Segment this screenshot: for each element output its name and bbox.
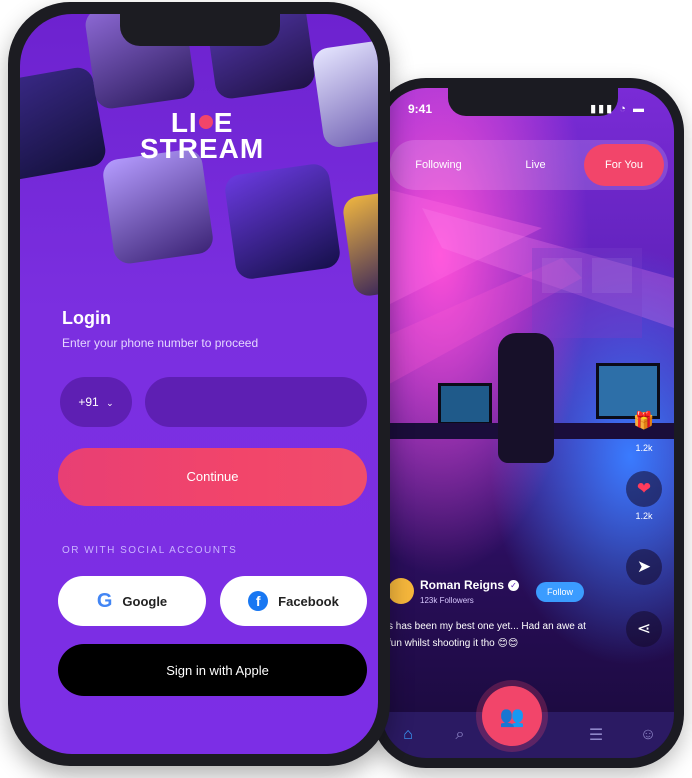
share-icon[interactable]: ⋖ — [626, 611, 662, 647]
heart-icon[interactable]: ❤ — [626, 471, 662, 507]
apple-signin-button[interactable]: Sign in with Apple — [58, 644, 367, 696]
like-count: 1.2k — [635, 511, 653, 521]
chevron-down-icon: ⌄ — [106, 398, 114, 408]
monitor-left — [438, 383, 492, 425]
phone-notch — [120, 14, 280, 46]
google-label: Google — [122, 593, 168, 609]
status-time: 9:41 — [408, 102, 433, 116]
tab-for-you[interactable]: For You — [584, 144, 664, 186]
concert-photo-tile — [311, 38, 378, 150]
profile-icon[interactable]: ☺ — [634, 726, 662, 744]
stack-icon[interactable]: ☰ — [582, 725, 610, 745]
side-actions: 🎁 1.2k ❤ 1.2k ➤ ⋖ — [624, 403, 664, 647]
phone-live-feed: 9:41 ▮▮▮ ◔ ▬ Following Live For You 🎁 1.… — [372, 78, 684, 768]
social-heading: OR WITH SOCIAL ACCOUNTS — [62, 545, 238, 556]
login-subtitle: Enter your phone number to proceed — [62, 336, 259, 350]
gift-count: 1.2k — [635, 443, 653, 453]
followers-count: 123k Followers — [420, 596, 474, 605]
country-code-select[interactable]: +91 ⌄ — [60, 377, 132, 427]
live-feed-screen: 9:41 ▮▮▮ ◔ ▬ Following Live For You 🎁 1.… — [382, 88, 674, 758]
login-screen: LI E STREAM Login Enter your phone number… — [20, 14, 378, 754]
verified-icon: ✓ — [508, 580, 520, 592]
concert-photo-tile — [341, 190, 378, 298]
logo-text-bottom: STREAM — [140, 133, 265, 164]
phone-login: LI E STREAM Login Enter your phone number… — [8, 2, 390, 766]
streamer-name[interactable]: Roman Reigns ✓ — [420, 578, 520, 592]
phone-number-input[interactable] — [145, 377, 367, 427]
go-live-button[interactable]: 👥 — [482, 686, 542, 746]
streamer-name-text: Roman Reigns — [420, 578, 505, 592]
send-icon[interactable]: ➤ — [626, 549, 662, 585]
stream-caption: s has been my best one yet... Had an awe… — [388, 621, 586, 649]
people-icon: 👥 — [499, 705, 525, 728]
continue-button[interactable]: Continue — [58, 448, 367, 506]
live-stream-logo: LI E STREAM — [140, 109, 265, 164]
country-code-value: +91 — [78, 395, 99, 409]
avatar[interactable] — [388, 578, 414, 604]
google-icon: G — [96, 589, 113, 612]
facebook-button[interactable]: f Facebook — [220, 576, 367, 626]
tab-live[interactable]: Live — [487, 159, 584, 171]
gaming-chair — [498, 333, 554, 463]
gift-icon[interactable]: 🎁 — [626, 403, 662, 439]
page-title: Login — [62, 308, 111, 328]
home-icon[interactable]: ⌂ — [394, 726, 422, 744]
play-icon — [198, 114, 213, 129]
google-button[interactable]: G Google — [58, 576, 206, 626]
status-icons: ▮▮▮ ◔ ▬ — [590, 103, 646, 115]
follow-button[interactable]: Follow — [536, 582, 584, 602]
concert-photo-tile — [101, 147, 215, 266]
apple-label: Sign in with Apple — [166, 662, 269, 678]
tab-following[interactable]: Following — [390, 159, 487, 171]
feed-tabs: Following Live For You — [390, 140, 668, 190]
facebook-icon: f — [248, 591, 269, 611]
concert-photo-tile — [223, 162, 342, 281]
search-icon[interactable]: ⌕ — [446, 726, 474, 744]
facebook-label: Facebook — [278, 593, 339, 609]
